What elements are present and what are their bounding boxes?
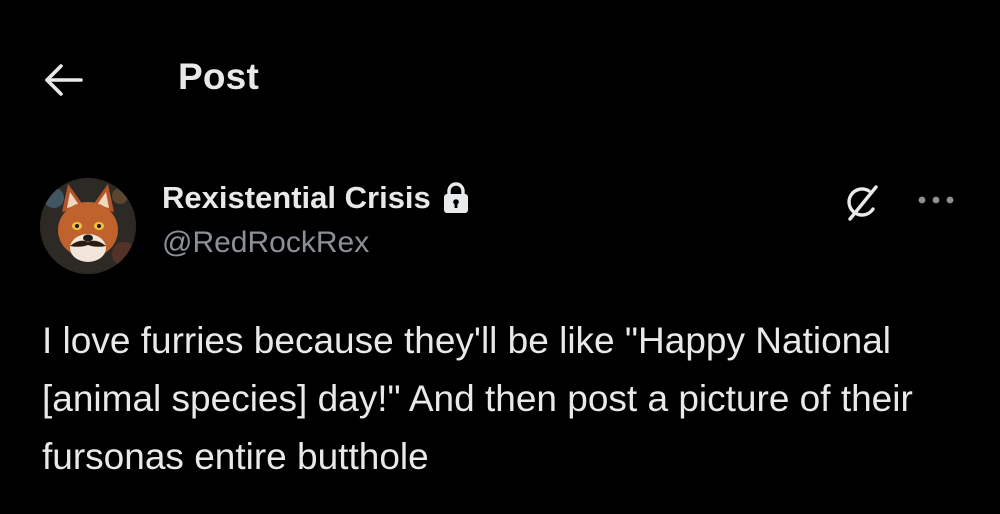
arrow-left-icon	[45, 64, 83, 96]
author-handle[interactable]: @RedRockRex	[162, 226, 369, 260]
more-horizontal-icon	[918, 196, 954, 204]
post-text: I love furries because they'll be like "…	[42, 320, 913, 477]
back-button[interactable]	[36, 52, 92, 108]
author-display-name[interactable]: Rexistential Crisis	[162, 180, 431, 216]
grok-icon	[847, 185, 878, 221]
page-title: Post	[178, 56, 259, 97]
more-options-button[interactable]	[912, 180, 960, 220]
avatar[interactable]	[40, 178, 136, 274]
grok-button[interactable]	[840, 180, 884, 224]
top-bar: Post	[0, 0, 1000, 150]
lock-icon	[441, 181, 471, 215]
fox-avatar-icon	[40, 178, 136, 274]
author-name-row: Rexistential Crisis	[162, 178, 471, 218]
